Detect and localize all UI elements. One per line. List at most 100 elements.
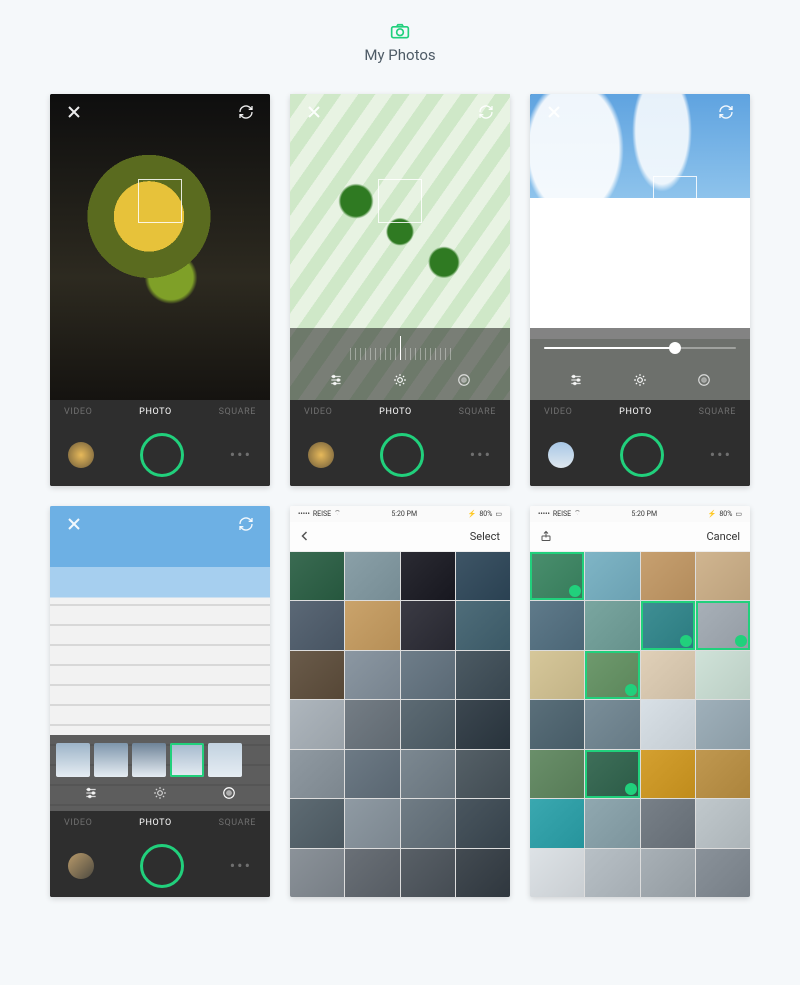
mode-square[interactable]: SQUARE — [459, 407, 496, 417]
mode-video[interactable]: VIDEO — [544, 407, 572, 417]
photo-cell[interactable] — [641, 700, 695, 749]
sliders-icon[interactable] — [79, 783, 103, 803]
brightness-slider[interactable] — [544, 336, 736, 360]
photo-cell[interactable] — [641, 849, 695, 898]
shutter-button[interactable] — [140, 844, 184, 888]
cancel-button[interactable]: Cancel — [707, 530, 740, 543]
vignette-icon[interactable] — [692, 370, 716, 390]
filter-thumb[interactable] — [170, 743, 204, 777]
photo-cell[interactable] — [530, 750, 584, 799]
viewfinder[interactable] — [50, 94, 270, 400]
photo-cell[interactable] — [585, 552, 639, 601]
photo-cell[interactable] — [585, 849, 639, 898]
photo-cell[interactable] — [641, 799, 695, 848]
more-icon[interactable]: ••• — [710, 447, 732, 463]
more-icon[interactable]: ••• — [230, 447, 252, 463]
photo-cell[interactable] — [585, 700, 639, 749]
photo-cell[interactable] — [290, 849, 344, 898]
photo-cell[interactable] — [345, 700, 399, 749]
photo-grid[interactable] — [290, 552, 510, 898]
photo-cell[interactable] — [585, 750, 639, 799]
gallery-thumbnail[interactable] — [308, 442, 334, 468]
filter-thumb[interactable] — [208, 743, 242, 777]
shutter-button[interactable] — [380, 433, 424, 477]
photo-cell[interactable] — [345, 552, 399, 601]
photo-cell[interactable] — [530, 552, 584, 601]
photo-cell[interactable] — [401, 750, 455, 799]
photo-cell[interactable] — [530, 601, 584, 650]
viewfinder[interactable] — [530, 94, 750, 400]
brightness-icon[interactable] — [388, 370, 412, 390]
photo-cell[interactable] — [530, 700, 584, 749]
photo-cell[interactable] — [401, 700, 455, 749]
photo-grid[interactable] — [530, 552, 750, 898]
brightness-icon[interactable] — [148, 783, 172, 803]
shutter-button[interactable] — [140, 433, 184, 477]
share-button[interactable] — [540, 530, 552, 542]
photo-cell[interactable] — [345, 651, 399, 700]
photo-cell[interactable] — [290, 651, 344, 700]
close-icon[interactable] — [302, 100, 326, 124]
filter-thumbnails[interactable] — [56, 743, 264, 777]
photo-cell[interactable] — [290, 700, 344, 749]
photo-cell[interactable] — [345, 799, 399, 848]
photo-cell[interactable] — [401, 849, 455, 898]
switch-camera-icon[interactable] — [234, 100, 258, 124]
photo-cell[interactable] — [290, 750, 344, 799]
gallery-thumbnail[interactable] — [68, 853, 94, 879]
photo-cell[interactable] — [401, 552, 455, 601]
photo-cell[interactable] — [456, 750, 510, 799]
gallery-thumbnail[interactable] — [548, 442, 574, 468]
photo-cell[interactable] — [641, 552, 695, 601]
mode-photo[interactable]: PHOTO — [619, 407, 652, 417]
more-icon[interactable]: ••• — [230, 858, 252, 874]
photo-cell[interactable] — [456, 601, 510, 650]
photo-cell[interactable] — [456, 651, 510, 700]
switch-camera-icon[interactable] — [474, 100, 498, 124]
photo-cell[interactable] — [345, 849, 399, 898]
photo-cell[interactable] — [696, 750, 750, 799]
photo-cell[interactable] — [401, 799, 455, 848]
photo-cell[interactable] — [696, 552, 750, 601]
mode-photo[interactable]: PHOTO — [139, 818, 172, 828]
photo-cell[interactable] — [696, 849, 750, 898]
mode-square[interactable]: SQUARE — [219, 818, 256, 828]
photo-cell[interactable] — [641, 750, 695, 799]
close-icon[interactable] — [62, 512, 86, 536]
photo-cell[interactable] — [401, 651, 455, 700]
vignette-icon[interactable] — [217, 783, 241, 803]
filter-thumb[interactable] — [94, 743, 128, 777]
mode-square[interactable]: SQUARE — [699, 407, 736, 417]
photo-cell[interactable] — [456, 552, 510, 601]
close-icon[interactable] — [542, 100, 566, 124]
sliders-icon[interactable] — [324, 370, 348, 390]
filter-thumb[interactable] — [132, 743, 166, 777]
photo-cell[interactable] — [696, 651, 750, 700]
photo-cell[interactable] — [290, 552, 344, 601]
photo-cell[interactable] — [345, 750, 399, 799]
mode-video[interactable]: VIDEO — [64, 818, 92, 828]
photo-cell[interactable] — [456, 700, 510, 749]
photo-cell[interactable] — [530, 651, 584, 700]
back-button[interactable] — [300, 531, 310, 541]
mode-square[interactable]: SQUARE — [219, 407, 256, 417]
photo-cell[interactable] — [401, 601, 455, 650]
gallery-thumbnail[interactable] — [68, 442, 94, 468]
photo-cell[interactable] — [696, 799, 750, 848]
vignette-icon[interactable] — [452, 370, 476, 390]
photo-cell[interactable] — [641, 601, 695, 650]
mode-photo[interactable]: PHOTO — [139, 407, 172, 417]
switch-camera-icon[interactable] — [714, 100, 738, 124]
photo-cell[interactable] — [696, 601, 750, 650]
shutter-button[interactable] — [620, 433, 664, 477]
more-icon[interactable]: ••• — [470, 447, 492, 463]
photo-cell[interactable] — [530, 799, 584, 848]
photo-cell[interactable] — [290, 601, 344, 650]
mode-video[interactable]: VIDEO — [304, 407, 332, 417]
photo-cell[interactable] — [456, 799, 510, 848]
close-icon[interactable] — [62, 100, 86, 124]
photo-cell[interactable] — [530, 849, 584, 898]
viewfinder[interactable] — [50, 506, 270, 812]
photo-cell[interactable] — [585, 601, 639, 650]
filter-thumb[interactable] — [56, 743, 90, 777]
